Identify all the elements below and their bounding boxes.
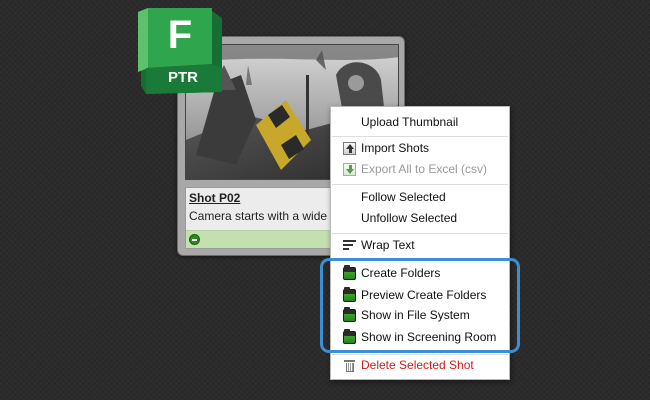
- menu-item-export-excel[interactable]: Export All to Excel (csv): [331, 159, 509, 180]
- ptr-logo: F PTR: [138, 8, 222, 94]
- menu-item-follow-selected[interactable]: Follow Selected: [331, 187, 509, 208]
- trash-icon: [344, 359, 355, 372]
- export-arrow-icon: [343, 163, 356, 176]
- menu-separator: [332, 233, 508, 234]
- status-icon[interactable]: [189, 234, 200, 245]
- menu-item-label: Upload Thumbnail: [361, 115, 459, 129]
- menu-item-unfollow-selected[interactable]: Unfollow Selected: [331, 208, 509, 229]
- menu-item-label: Wrap Text: [361, 238, 415, 252]
- menu-separator: [332, 184, 508, 185]
- menu-item-wrap-text[interactable]: Wrap Text: [331, 235, 509, 256]
- logo-product-name: PTR: [168, 69, 198, 86]
- shot-title-link[interactable]: Shot P02: [189, 191, 240, 205]
- menu-item-label: Delete Selected Shot: [361, 358, 474, 372]
- import-arrow-icon: [343, 142, 356, 155]
- menu-item-label: Follow Selected: [361, 190, 446, 204]
- menu-item-label: Export All to Excel (csv): [361, 162, 488, 176]
- menu-item-delete-selected-shot[interactable]: Delete Selected Shot: [331, 355, 509, 376]
- highlight-callout: [320, 258, 520, 353]
- menu-item-label: Unfollow Selected: [361, 211, 458, 225]
- wrap-text-icon: [343, 240, 356, 251]
- menu-item-import-shots[interactable]: Import Shots: [331, 138, 509, 159]
- menu-item-upload-thumbnail[interactable]: Upload Thumbnail: [331, 112, 509, 133]
- logo-letter: F: [167, 13, 193, 57]
- menu-separator: [332, 136, 508, 137]
- menu-item-label: Import Shots: [361, 141, 430, 155]
